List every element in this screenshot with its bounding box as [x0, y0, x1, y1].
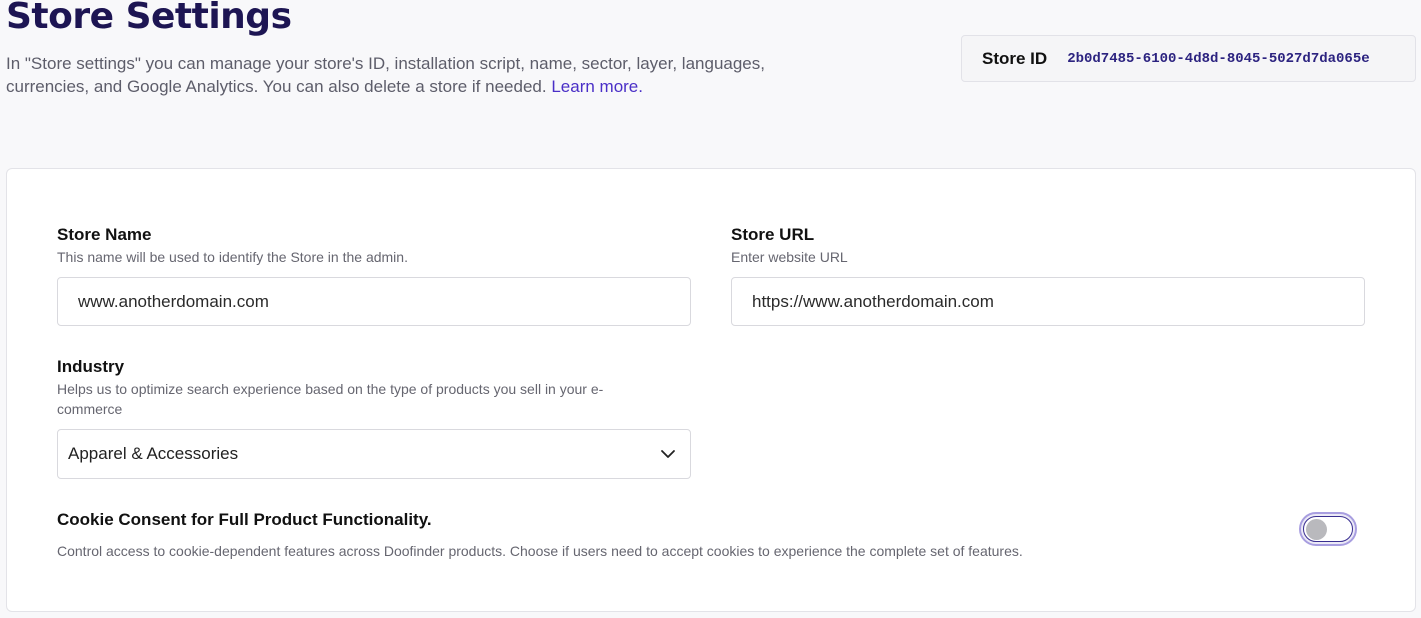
store-url-help: Enter website URL: [731, 249, 848, 265]
learn-more-link[interactable]: Learn more.: [551, 77, 643, 96]
industry-select[interactable]: Apparel & Accessories: [57, 429, 691, 479]
store-name-input[interactable]: [57, 277, 691, 326]
page-title: Store Settings: [6, 0, 292, 37]
settings-card: Store Name This name will be used to ide…: [6, 168, 1416, 612]
store-url-label: Store URL: [731, 225, 815, 244]
store-name-help: This name will be used to identify the S…: [57, 249, 408, 265]
store-id-value[interactable]: 2b0d7485-6100-4d8d-8045-5027d7da065e: [1067, 51, 1369, 67]
store-id-label: Store ID: [982, 48, 1048, 68]
page-intro: In "Store settings" you can manage your …: [6, 52, 806, 98]
industry-selected-value: Apparel & Accessories: [68, 444, 239, 463]
industry-label: Industry: [57, 357, 125, 376]
cookie-consent-description: Control access to cookie-dependent featu…: [57, 543, 1023, 559]
chevron-down-icon: [661, 450, 675, 458]
industry-help: Helps us to optimize search experience b…: [57, 381, 604, 417]
toggle-track: [1303, 516, 1353, 542]
toggle-knob: [1306, 519, 1327, 540]
store-id-box: Store ID 2b0d7485-6100-4d8d-8045-5027d7d…: [961, 35, 1416, 82]
store-url-input[interactable]: [731, 277, 1365, 326]
store-name-label: Store Name: [57, 225, 152, 244]
cookie-consent-toggle[interactable]: [1299, 512, 1357, 546]
intro-text: In "Store settings" you can manage your …: [6, 54, 765, 96]
cookie-consent-title: Cookie Consent for Full Product Function…: [57, 510, 432, 529]
